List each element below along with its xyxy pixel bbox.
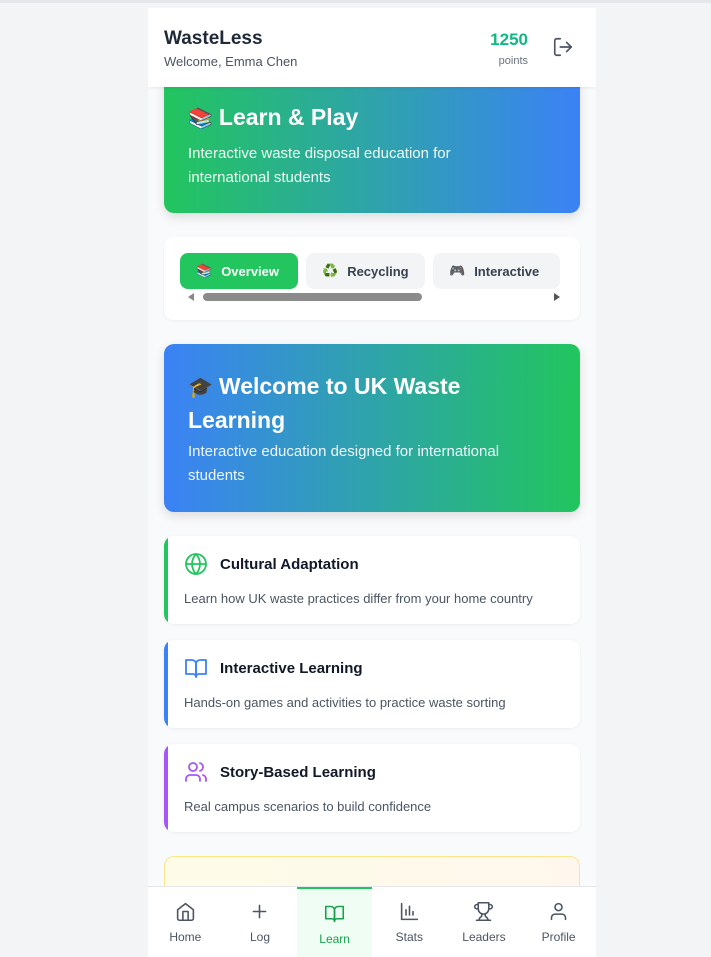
graduation-cap-icon: 🎓 [188, 377, 213, 399]
learn-play-title-text: Learn & Play [218, 104, 359, 130]
logout-icon[interactable] [552, 36, 574, 58]
book-icon [325, 905, 345, 923]
nav-learn[interactable]: Learn [297, 887, 372, 957]
nav-stats-label: Stats [395, 930, 423, 944]
browser-top-border [0, 0, 711, 3]
books-icon: 📚 [196, 263, 213, 278]
nav-learn-label: Learn [319, 932, 350, 946]
feature-description: Real campus scenarios to build confidenc… [184, 799, 432, 814]
trophy-icon [474, 901, 494, 922]
nav-stats[interactable]: Stats [372, 887, 447, 957]
feature-card-interactive[interactable]: Interactive Learning Hands-on games and … [164, 640, 580, 728]
learn-play-title: 📚 Learn & Play [188, 104, 358, 131]
feature-accent-bar [164, 640, 168, 728]
app-frame: 📚 Learn & Play Interactive waste disposal… [148, 8, 596, 957]
scrollbar-thumb[interactable] [203, 293, 422, 301]
feature-title: Story-Based Learning [220, 764, 376, 781]
feature-accent-bar [164, 744, 168, 832]
points-label: points [498, 55, 528, 67]
feature-card-story[interactable]: Story-Based Learning Real campus scenari… [164, 744, 580, 832]
nav-log[interactable]: Log [223, 887, 298, 957]
learn-tabs-card: 📚 Overview ♻️ Recycling 🎮 Interactive [164, 237, 580, 320]
welcome-subtitle: Interactive education designed for inter… [188, 443, 500, 484]
welcome-title: 🎓 Welcome to UK Waste Learning [188, 370, 558, 436]
welcome-banner: 🎓 Welcome to UK Waste Learning Interactiv… [164, 344, 580, 512]
home-icon [176, 902, 194, 922]
app-name: WasteLess [164, 28, 263, 49]
book-icon [185, 659, 207, 678]
game-controller-icon: 🎮 [449, 263, 466, 278]
nav-leaders-label: Leaders [462, 930, 506, 944]
tab-recycling-label: Recycling [347, 263, 409, 279]
scroll-right-arrow-icon[interactable] [554, 293, 560, 301]
tab-overview[interactable]: 📚 Overview [180, 253, 298, 289]
bottom-nav: Home Log Learn Stats Leaders Profile [148, 886, 596, 957]
nav-profile-label: Profile [541, 930, 576, 944]
tab-interactive[interactable]: 🎮 Interactive [433, 253, 560, 289]
nav-log-label: Log [249, 930, 270, 944]
learn-play-banner: 📚 Learn & Play Interactive waste disposal… [164, 74, 580, 213]
stats-icon [400, 902, 418, 921]
scroll-left-arrow-icon[interactable] [188, 293, 194, 301]
nav-profile[interactable]: Profile [521, 887, 596, 957]
profile-icon [550, 902, 567, 921]
nav-home-label: Home [169, 930, 202, 944]
feature-title: Interactive Learning [220, 660, 363, 677]
tab-recycling[interactable]: ♻️ Recycling [306, 253, 425, 289]
points-value: 1250 [490, 30, 528, 49]
tab-overview-label: Overview [221, 263, 280, 279]
plus-icon [253, 904, 267, 919]
feature-card-cultural[interactable]: Cultural Adaptation Learn how UK waste p… [164, 536, 580, 624]
nav-home[interactable]: Home [148, 887, 223, 957]
welcome-title-text: Welcome to UK Waste Learning [188, 373, 461, 433]
feature-title: Cultural Adaptation [220, 556, 359, 573]
globe-icon [185, 553, 207, 575]
feature-description: Learn how UK waste practices differ from… [184, 591, 533, 606]
feature-accent-bar [164, 536, 168, 624]
nav-leaders[interactable]: Leaders [447, 887, 522, 957]
recycle-icon: ♻️ [322, 263, 339, 278]
app-header: WasteLess Welcome, Emma Chen 1250 points [148, 8, 596, 87]
tabs-scrollbar[interactable] [184, 291, 560, 303]
welcome-text: Welcome, Emma Chen [164, 54, 298, 69]
books-icon: 📚 [188, 108, 213, 130]
tab-interactive-label: Interactive [474, 263, 540, 279]
learn-play-subtitle: Interactive waste disposal education for… [188, 145, 451, 186]
users-icon [185, 762, 207, 782]
feature-description: Hands-on games and activities to practic… [184, 695, 506, 710]
